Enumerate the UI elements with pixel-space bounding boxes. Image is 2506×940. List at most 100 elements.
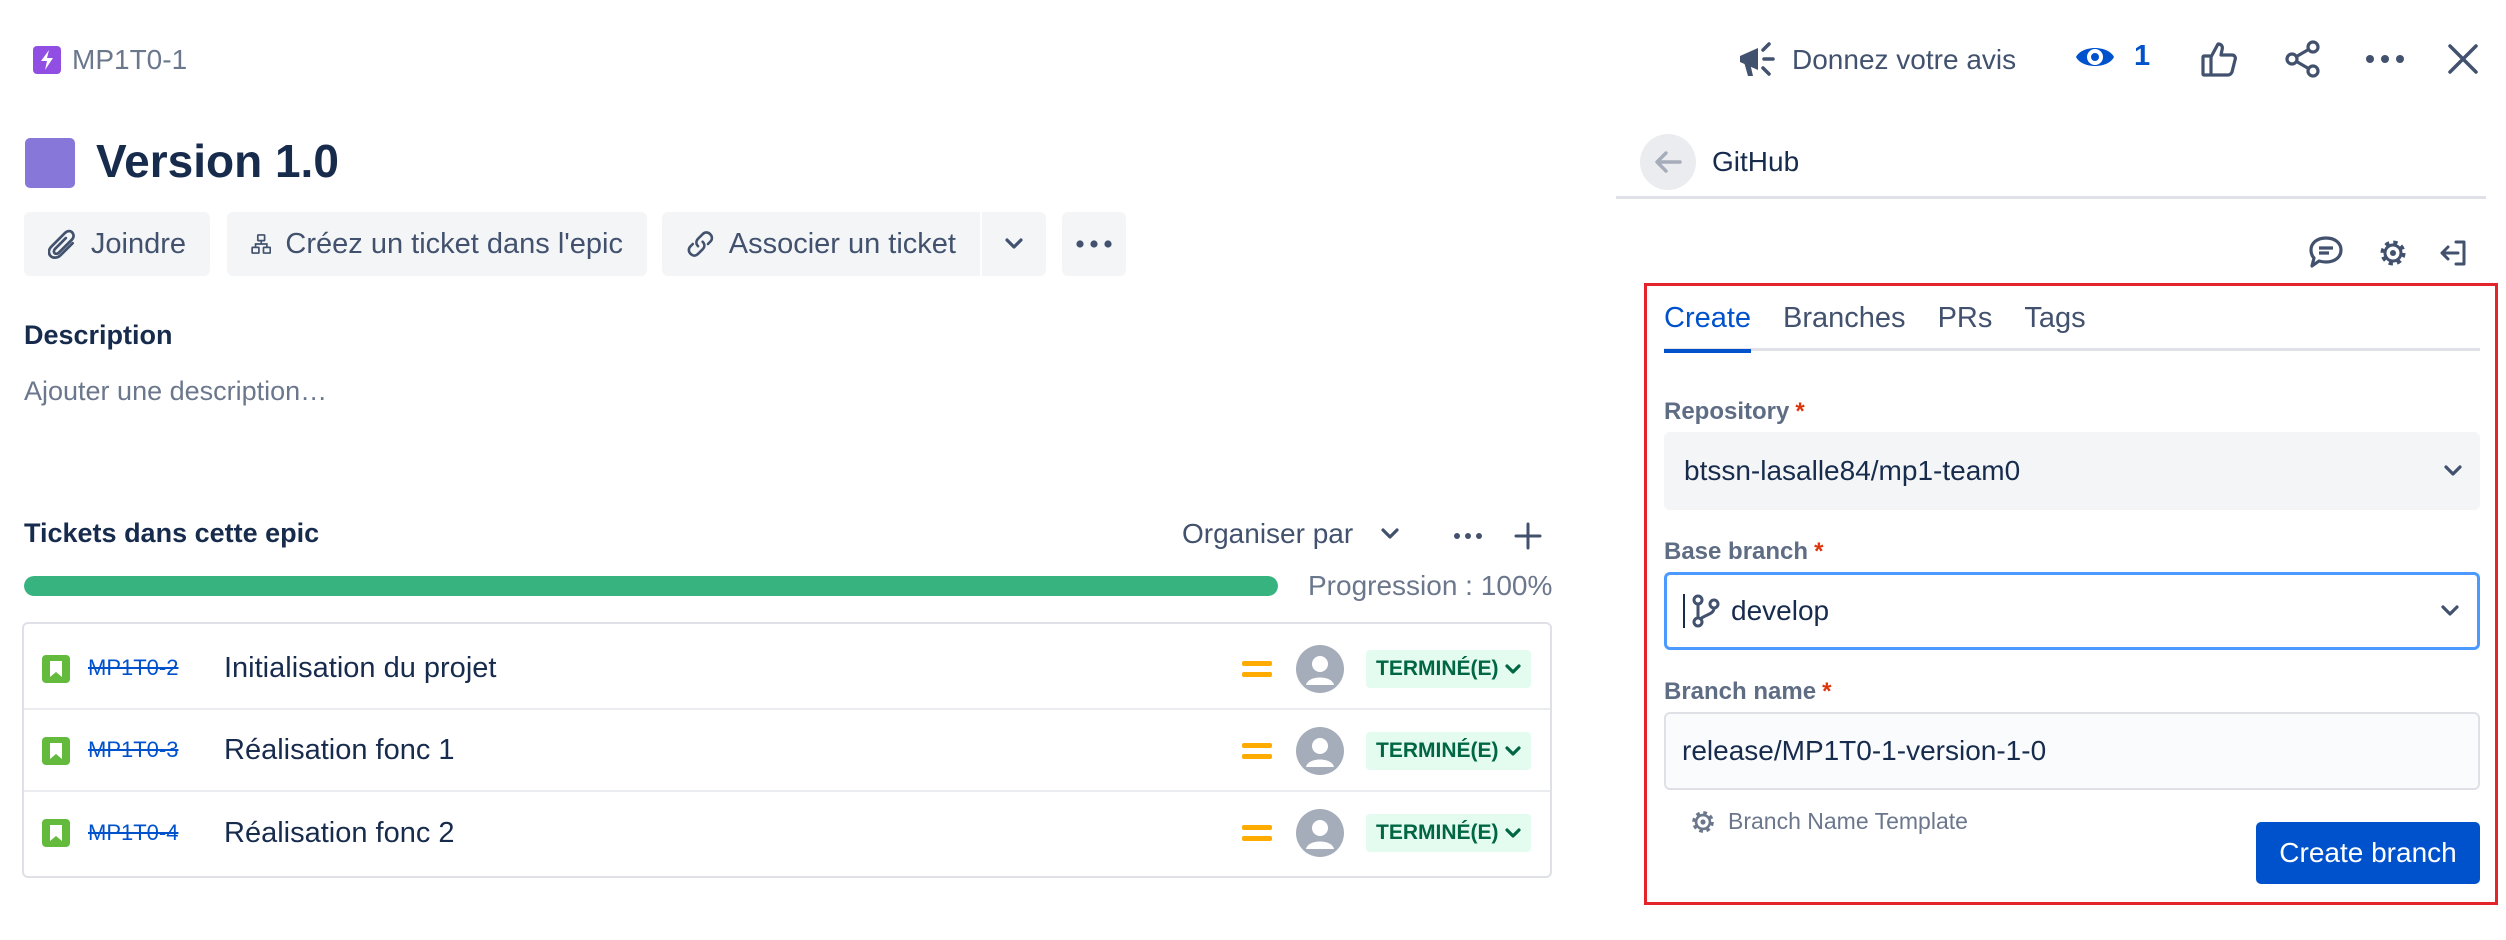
issue-title[interactable]: Version 1.0 [96, 128, 339, 194]
logout-button[interactable] [2434, 234, 2472, 272]
link-issue-button[interactable]: Associer un ticket [662, 212, 980, 276]
branch-name-input[interactable]: release/MP1T0-1-version-1-0 [1664, 712, 2480, 790]
sort-by-dropdown[interactable]: Organiser par [1182, 518, 1399, 550]
story-icon [42, 737, 70, 765]
tab-branches[interactable]: Branches [1783, 302, 1906, 353]
epic-color-swatch[interactable] [25, 138, 75, 188]
priority-medium-icon [1242, 657, 1272, 681]
add-child-issue-button[interactable] [1510, 518, 1546, 554]
required-marker: * [1795, 398, 1805, 425]
chevron-down-icon [2441, 605, 2459, 616]
issue-summary[interactable]: Initialisation du projet [224, 652, 496, 685]
chevron-down-icon [1005, 238, 1023, 249]
panel-header-divider [1616, 196, 2486, 199]
branch-name-value: release/MP1T0-1-version-1-0 [1682, 735, 2047, 766]
link-issue-label: Associer un ticket [728, 227, 956, 260]
chevron-down-icon [1504, 827, 1521, 838]
branch-name-label: Branch name * [1664, 678, 1832, 705]
chevron-down-icon [1504, 663, 1521, 674]
assignee-avatar[interactable] [1296, 645, 1344, 693]
branch-name-template-label: Branch Name Template [1728, 808, 1968, 834]
share-icon [2285, 40, 2320, 78]
close-button[interactable] [2440, 36, 2486, 82]
feedback-label: Donnez votre avis [1792, 44, 2017, 75]
required-marker: * [1814, 538, 1824, 565]
panel-tab-list: Create Branches PRs Tags [1664, 302, 2086, 353]
text-caret [1683, 594, 1685, 628]
create-branch-button[interactable]: Create branch [2256, 822, 2480, 884]
description-heading: Description [24, 320, 173, 350]
panel-title: GitHub [1712, 146, 1800, 177]
attach-label: Joindre [90, 227, 186, 260]
description-placeholder[interactable]: Ajouter une description… [24, 376, 327, 407]
status-label: TERMINÉ(E) [1376, 739, 1499, 762]
back-button[interactable] [1640, 134, 1696, 190]
status-badge[interactable]: TERMINÉ(E) [1366, 650, 1531, 688]
status-label: TERMINÉ(E) [1376, 821, 1499, 844]
sign-out-icon [2440, 240, 2466, 266]
issue-key-link[interactable]: MP1T0-4 [88, 820, 178, 846]
status-label: TERMINÉ(E) [1376, 657, 1499, 680]
issue-summary[interactable]: Réalisation fonc 2 [224, 817, 455, 850]
create-child-label: Créez un ticket dans l'epic [285, 227, 623, 260]
branch-name-template-link[interactable]: Branch Name Template [1690, 808, 1968, 835]
like-button[interactable] [2196, 36, 2242, 82]
table-row[interactable]: MP1T0-4 Réalisation fonc 2 TERMINÉ(E) [24, 792, 1550, 874]
sort-by-label: Organiser par [1182, 518, 1354, 549]
priority-medium-icon [1242, 739, 1272, 763]
base-branch-label: Base branch * [1664, 538, 1824, 565]
priority-medium-icon [1242, 821, 1272, 845]
issue-summary[interactable]: Réalisation fonc 1 [224, 734, 455, 767]
repository-select[interactable]: btssn-lasalle84/mp1-team0 [1664, 432, 2480, 510]
epic-tickets-heading: Tickets dans cette epic [24, 518, 320, 548]
watch-count: 1 [2134, 40, 2151, 72]
create-child-issue-button[interactable]: Créez un ticket dans l'epic [227, 212, 647, 276]
arrow-left-icon [1655, 151, 1682, 173]
hierarchy-icon [251, 234, 272, 254]
create-branch-label: Create branch [2279, 837, 2457, 868]
link-issue-dropdown[interactable] [982, 212, 1046, 276]
epic-tickets-more-button[interactable] [1448, 518, 1488, 554]
base-branch-value: develop [1731, 595, 1830, 626]
issue-key-breadcrumb[interactable]: MP1T0-1 [72, 44, 187, 76]
feedback-comment-button[interactable] [2306, 232, 2346, 272]
issue-key-link[interactable]: MP1T0-3 [88, 737, 178, 763]
assignee-avatar[interactable] [1296, 727, 1344, 775]
table-row[interactable]: MP1T0-2 Initialisation du projet TERMINÉ(E… [24, 628, 1550, 710]
more-actions-button[interactable] [2360, 36, 2410, 82]
settings-button[interactable] [2374, 234, 2412, 272]
base-branch-select[interactable]: develop [1664, 572, 2480, 650]
tab-prs[interactable]: PRs [1938, 302, 1993, 353]
comment-icon [2309, 236, 2343, 268]
tab-tags[interactable]: Tags [2024, 302, 2085, 353]
more-issue-actions-button[interactable] [1062, 212, 1126, 276]
story-icon [42, 819, 70, 847]
chevron-down-icon [2444, 465, 2462, 476]
repository-label: Repository * [1664, 398, 1805, 425]
repository-value: btssn-lasalle84/mp1-team0 [1684, 455, 2021, 486]
tab-create[interactable]: Create [1664, 302, 1752, 353]
gear-icon [2380, 240, 2406, 266]
issue-type-icon [33, 46, 61, 74]
paperclip-icon [48, 229, 75, 259]
watch-button[interactable]: 1 [2074, 40, 2150, 73]
feedback-button[interactable]: Donnez votre avis [1736, 40, 2016, 80]
more-icon [2366, 55, 2404, 63]
gear-icon [1692, 810, 1714, 833]
issue-key-link[interactable]: MP1T0-2 [88, 655, 178, 681]
progress-bar-track [24, 576, 1278, 596]
progress-bar-fill [24, 576, 1278, 596]
status-badge[interactable]: TERMINÉ(E) [1366, 814, 1531, 852]
link-icon [687, 231, 714, 257]
attach-button[interactable]: Joindre [24, 212, 210, 276]
table-row[interactable]: MP1T0-3 Réalisation fonc 1 TERMINÉ(E) [24, 710, 1550, 792]
more-icon [1076, 240, 1112, 248]
plus-icon [1514, 522, 1542, 550]
required-marker: * [1822, 678, 1832, 705]
megaphone-icon [1740, 42, 1775, 76]
status-badge[interactable]: TERMINÉ(E) [1366, 732, 1531, 770]
eye-icon [2076, 47, 2114, 66]
more-icon [1454, 533, 1482, 539]
assignee-avatar[interactable] [1296, 809, 1344, 857]
share-button[interactable] [2280, 36, 2326, 82]
